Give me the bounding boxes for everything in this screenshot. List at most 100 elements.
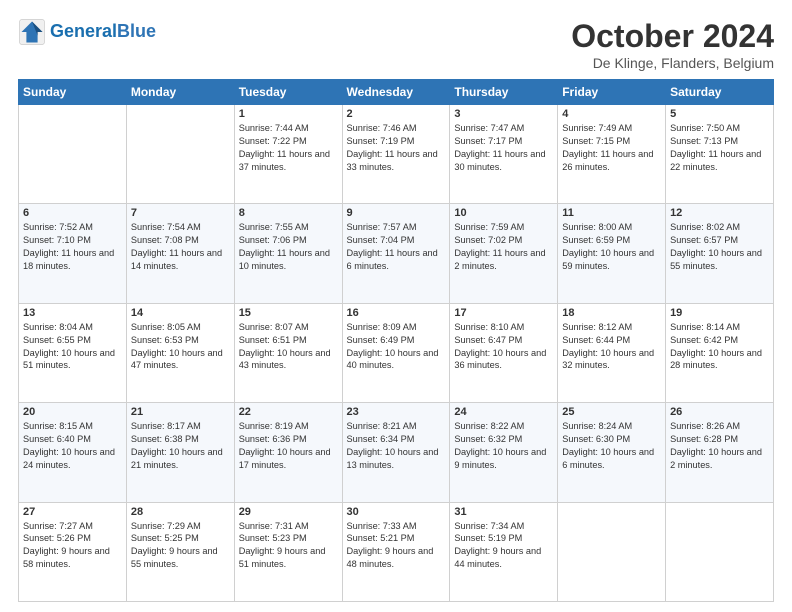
calendar-week-3: 20 Sunrise: 8:15 AMSunset: 6:40 PMDaylig… [19, 403, 774, 502]
col-thursday: Thursday [450, 80, 558, 105]
title-area: October 2024 De Klinge, Flanders, Belgiu… [571, 18, 774, 71]
table-row: 1 Sunrise: 7:44 AMSunset: 7:22 PMDayligh… [234, 105, 342, 204]
day-info: Sunrise: 7:59 AMSunset: 7:02 PMDaylight:… [454, 221, 553, 273]
day-info: Sunrise: 7:27 AMSunset: 5:26 PMDaylight:… [23, 520, 122, 572]
day-info: Sunrise: 8:19 AMSunset: 6:36 PMDaylight:… [239, 420, 338, 472]
day-info: Sunrise: 8:26 AMSunset: 6:28 PMDaylight:… [670, 420, 769, 472]
day-number: 15 [239, 307, 338, 319]
day-number: 21 [131, 406, 230, 418]
day-number: 7 [131, 207, 230, 219]
col-wednesday: Wednesday [342, 80, 450, 105]
table-row: 18 Sunrise: 8:12 AMSunset: 6:44 PMDaylig… [558, 303, 666, 402]
table-row [666, 502, 774, 601]
day-number: 11 [562, 207, 661, 219]
table-row: 30 Sunrise: 7:33 AMSunset: 5:21 PMDaylig… [342, 502, 450, 601]
day-number: 22 [239, 406, 338, 418]
month-title: October 2024 [571, 18, 774, 55]
calendar-header-row: Sunday Monday Tuesday Wednesday Thursday… [19, 80, 774, 105]
table-row: 21 Sunrise: 8:17 AMSunset: 6:38 PMDaylig… [126, 403, 234, 502]
table-row: 8 Sunrise: 7:55 AMSunset: 7:06 PMDayligh… [234, 204, 342, 303]
table-row: 13 Sunrise: 8:04 AMSunset: 6:55 PMDaylig… [19, 303, 127, 402]
col-monday: Monday [126, 80, 234, 105]
day-info: Sunrise: 7:57 AMSunset: 7:04 PMDaylight:… [347, 221, 446, 273]
table-row: 12 Sunrise: 8:02 AMSunset: 6:57 PMDaylig… [666, 204, 774, 303]
day-number: 20 [23, 406, 122, 418]
location: De Klinge, Flanders, Belgium [571, 55, 774, 71]
col-tuesday: Tuesday [234, 80, 342, 105]
day-number: 27 [23, 506, 122, 518]
page: GeneralBlue October 2024 De Klinge, Flan… [0, 0, 792, 612]
calendar: Sunday Monday Tuesday Wednesday Thursday… [18, 79, 774, 602]
table-row: 28 Sunrise: 7:29 AMSunset: 5:25 PMDaylig… [126, 502, 234, 601]
table-row: 3 Sunrise: 7:47 AMSunset: 7:17 PMDayligh… [450, 105, 558, 204]
table-row: 16 Sunrise: 8:09 AMSunset: 6:49 PMDaylig… [342, 303, 450, 402]
table-row: 6 Sunrise: 7:52 AMSunset: 7:10 PMDayligh… [19, 204, 127, 303]
col-friday: Friday [558, 80, 666, 105]
table-row: 11 Sunrise: 8:00 AMSunset: 6:59 PMDaylig… [558, 204, 666, 303]
day-number: 12 [670, 207, 769, 219]
col-sunday: Sunday [19, 80, 127, 105]
day-number: 31 [454, 506, 553, 518]
day-info: Sunrise: 8:09 AMSunset: 6:49 PMDaylight:… [347, 321, 446, 373]
logo-area: GeneralBlue [18, 18, 156, 46]
day-number: 14 [131, 307, 230, 319]
table-row: 14 Sunrise: 8:05 AMSunset: 6:53 PMDaylig… [126, 303, 234, 402]
table-row [126, 105, 234, 204]
table-row: 22 Sunrise: 8:19 AMSunset: 6:36 PMDaylig… [234, 403, 342, 502]
table-row: 31 Sunrise: 7:34 AMSunset: 5:19 PMDaylig… [450, 502, 558, 601]
day-number: 8 [239, 207, 338, 219]
day-info: Sunrise: 8:00 AMSunset: 6:59 PMDaylight:… [562, 221, 661, 273]
day-number: 10 [454, 207, 553, 219]
day-info: Sunrise: 7:49 AMSunset: 7:15 PMDaylight:… [562, 122, 661, 174]
day-info: Sunrise: 8:21 AMSunset: 6:34 PMDaylight:… [347, 420, 446, 472]
table-row: 17 Sunrise: 8:10 AMSunset: 6:47 PMDaylig… [450, 303, 558, 402]
day-number: 26 [670, 406, 769, 418]
day-info: Sunrise: 8:24 AMSunset: 6:30 PMDaylight:… [562, 420, 661, 472]
table-row: 5 Sunrise: 7:50 AMSunset: 7:13 PMDayligh… [666, 105, 774, 204]
table-row: 27 Sunrise: 7:27 AMSunset: 5:26 PMDaylig… [19, 502, 127, 601]
day-info: Sunrise: 7:47 AMSunset: 7:17 PMDaylight:… [454, 122, 553, 174]
day-info: Sunrise: 8:07 AMSunset: 6:51 PMDaylight:… [239, 321, 338, 373]
day-info: Sunrise: 8:17 AMSunset: 6:38 PMDaylight:… [131, 420, 230, 472]
logo-icon [18, 18, 46, 46]
day-info: Sunrise: 8:05 AMSunset: 6:53 PMDaylight:… [131, 321, 230, 373]
day-number: 6 [23, 207, 122, 219]
day-number: 3 [454, 108, 553, 120]
calendar-week-2: 13 Sunrise: 8:04 AMSunset: 6:55 PMDaylig… [19, 303, 774, 402]
day-info: Sunrise: 8:15 AMSunset: 6:40 PMDaylight:… [23, 420, 122, 472]
table-row: 2 Sunrise: 7:46 AMSunset: 7:19 PMDayligh… [342, 105, 450, 204]
table-row: 9 Sunrise: 7:57 AMSunset: 7:04 PMDayligh… [342, 204, 450, 303]
table-row: 10 Sunrise: 7:59 AMSunset: 7:02 PMDaylig… [450, 204, 558, 303]
day-number: 24 [454, 406, 553, 418]
table-row: 23 Sunrise: 8:21 AMSunset: 6:34 PMDaylig… [342, 403, 450, 502]
day-info: Sunrise: 7:55 AMSunset: 7:06 PMDaylight:… [239, 221, 338, 273]
day-number: 23 [347, 406, 446, 418]
day-info: Sunrise: 7:50 AMSunset: 7:13 PMDaylight:… [670, 122, 769, 174]
day-info: Sunrise: 7:54 AMSunset: 7:08 PMDaylight:… [131, 221, 230, 273]
day-info: Sunrise: 8:10 AMSunset: 6:47 PMDaylight:… [454, 321, 553, 373]
logo-text: GeneralBlue [50, 22, 156, 42]
day-info: Sunrise: 7:29 AMSunset: 5:25 PMDaylight:… [131, 520, 230, 572]
day-info: Sunrise: 8:14 AMSunset: 6:42 PMDaylight:… [670, 321, 769, 373]
day-info: Sunrise: 8:02 AMSunset: 6:57 PMDaylight:… [670, 221, 769, 273]
day-info: Sunrise: 7:33 AMSunset: 5:21 PMDaylight:… [347, 520, 446, 572]
day-info: Sunrise: 7:44 AMSunset: 7:22 PMDaylight:… [239, 122, 338, 174]
day-info: Sunrise: 7:52 AMSunset: 7:10 PMDaylight:… [23, 221, 122, 273]
day-number: 1 [239, 108, 338, 120]
calendar-week-1: 6 Sunrise: 7:52 AMSunset: 7:10 PMDayligh… [19, 204, 774, 303]
day-info: Sunrise: 7:31 AMSunset: 5:23 PMDaylight:… [239, 520, 338, 572]
table-row: 29 Sunrise: 7:31 AMSunset: 5:23 PMDaylig… [234, 502, 342, 601]
table-row: 24 Sunrise: 8:22 AMSunset: 6:32 PMDaylig… [450, 403, 558, 502]
day-number: 16 [347, 307, 446, 319]
calendar-week-0: 1 Sunrise: 7:44 AMSunset: 7:22 PMDayligh… [19, 105, 774, 204]
table-row: 7 Sunrise: 7:54 AMSunset: 7:08 PMDayligh… [126, 204, 234, 303]
day-info: Sunrise: 8:04 AMSunset: 6:55 PMDaylight:… [23, 321, 122, 373]
day-info: Sunrise: 7:34 AMSunset: 5:19 PMDaylight:… [454, 520, 553, 572]
day-number: 29 [239, 506, 338, 518]
day-info: Sunrise: 7:46 AMSunset: 7:19 PMDaylight:… [347, 122, 446, 174]
table-row: 15 Sunrise: 8:07 AMSunset: 6:51 PMDaylig… [234, 303, 342, 402]
table-row [19, 105, 127, 204]
table-row [558, 502, 666, 601]
col-saturday: Saturday [666, 80, 774, 105]
day-number: 2 [347, 108, 446, 120]
